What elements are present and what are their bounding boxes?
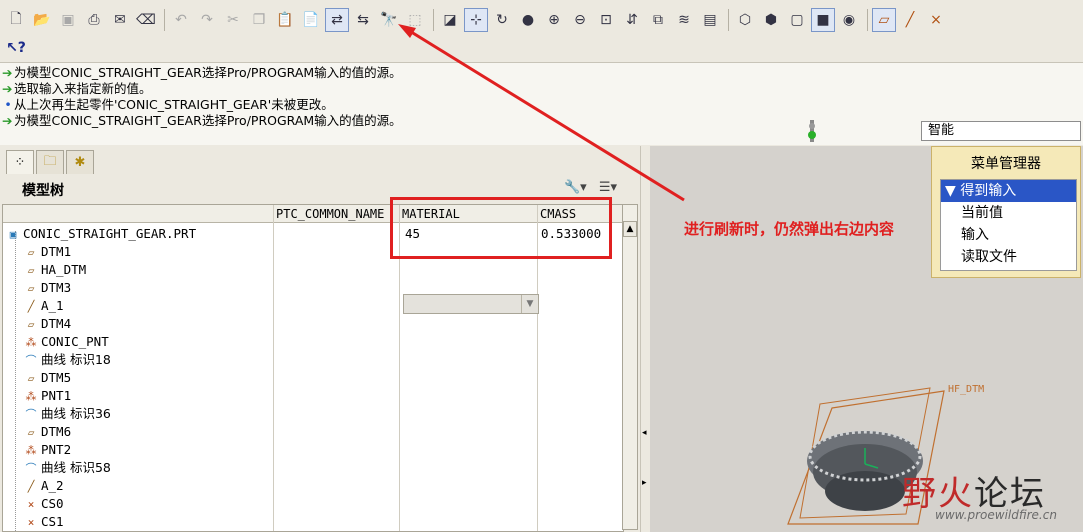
menu-item-enter[interactable]: 输入	[941, 224, 1076, 246]
triangle-down-icon: ▼	[945, 183, 961, 199]
menu-item-current-value[interactable]: 当前值	[941, 202, 1076, 224]
menu-manager-title: 菜单管理器	[971, 156, 1041, 172]
menu-item-read-file[interactable]: 读取文件	[941, 246, 1076, 268]
annotation-text: 进行刷新时，仍然弹出右边内容	[684, 220, 895, 238]
menu-header-get-input[interactable]: ▼ 得到输入	[941, 180, 1076, 202]
menu-list: ▼ 得到输入 当前值 输入 读取文件	[940, 179, 1077, 271]
annotation-arrow	[398, 24, 685, 202]
watermark-url: www.proewildfire.cn	[935, 508, 1057, 522]
menu-header-label: 得到输入	[960, 183, 1017, 199]
watermark-part1: 野	[902, 474, 938, 514]
menu-manager: 菜单管理器 ▼ 得到输入 当前值 输入 读取文件	[931, 146, 1081, 278]
